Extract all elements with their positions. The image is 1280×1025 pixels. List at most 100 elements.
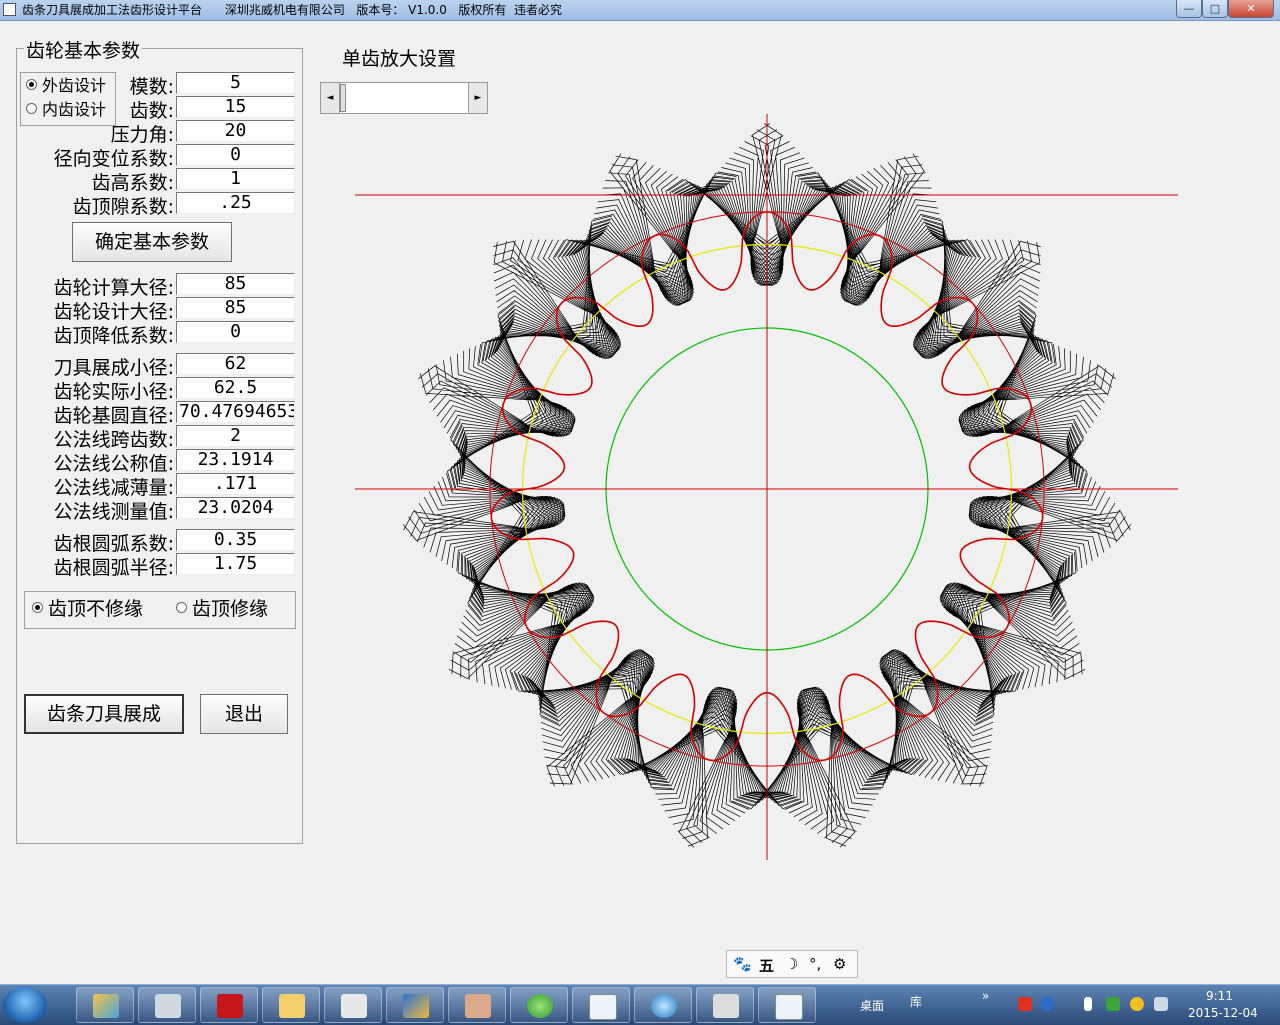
pressure-angle-input[interactable]: 20 (176, 120, 295, 142)
desktop-toolbar[interactable]: 桌面 (860, 997, 884, 1014)
radio-tip-no-mod[interactable]: 齿顶不修缘 (32, 599, 143, 619)
ime-toolbar: 🐾 五 ☽ °, ⚙ (726, 950, 858, 978)
update-icon[interactable] (1130, 997, 1144, 1011)
module-input[interactable]: 5 (176, 72, 295, 94)
tip-reduce-label: 齿顶降低系数: (53, 325, 174, 347)
taskbar-pdf[interactable] (200, 987, 258, 1023)
folder-icon (279, 994, 305, 1018)
fillet-coef-label: 齿根圆弧系数: (53, 533, 174, 555)
scroll-left-icon[interactable]: ◄ (321, 83, 340, 113)
radio-external-design[interactable]: 外齿设计 (26, 76, 106, 96)
teeth-label: 齿数: (129, 100, 174, 122)
help-icon[interactable] (1040, 997, 1054, 1011)
exit-button[interactable]: 退出 (200, 694, 288, 734)
paint-icon (93, 994, 119, 1018)
thin-input[interactable]: .171 (176, 473, 295, 495)
pdf-icon (217, 994, 243, 1018)
calc-od-input[interactable]: 85 (176, 273, 295, 295)
taskbar-app-ggg[interactable] (696, 987, 754, 1023)
calc-od-label: 齿轮计算大径: (53, 277, 174, 299)
thin-label: 公法线减薄量: (53, 477, 174, 499)
close-button[interactable]: ✕ (1228, 0, 1274, 18)
title-bar: 齿条刀具展成加工法齿形设计平台 深圳兆威机电有限公司 版本号： V1.0.0 版… (0, 0, 1280, 21)
module-label: 模数: (129, 76, 174, 98)
design-od-label: 齿轮设计大径: (53, 301, 174, 323)
span-teeth-input[interactable]: 2 (176, 425, 295, 447)
params-group-title: 齿轮基本参数 (24, 36, 143, 63)
radio-selected-icon (26, 79, 37, 90)
clock-time[interactable]: 9:11 (1206, 989, 1233, 1003)
generate-button[interactable]: 齿条刀具展成 (24, 694, 184, 734)
app32-icon (341, 994, 367, 1018)
clearance-coef-input[interactable]: .25 (176, 192, 295, 214)
punctuation-icon[interactable]: °, (809, 955, 821, 973)
tip-reduce-input[interactable]: 0 (176, 321, 295, 343)
taskbar-app-32[interactable] (324, 987, 382, 1023)
fillet-radius-label: 齿根圆弧半径: (53, 557, 174, 579)
show-hidden-icon[interactable] (1084, 997, 1092, 1011)
taskbar-photo[interactable] (448, 987, 506, 1023)
tray-app-icon[interactable] (1018, 997, 1032, 1011)
library-toolbar[interactable]: 库 (910, 993, 922, 1010)
window-icon (589, 994, 617, 1020)
radio-unselected-icon (176, 602, 187, 613)
tool-minor-input[interactable]: 62 (176, 353, 295, 375)
actual-minor-input[interactable]: 62.5 (176, 377, 295, 399)
measured-input[interactable]: 23.0204 (176, 497, 295, 519)
addendum-coef-input[interactable]: 1 (176, 168, 295, 190)
nominal-label: 公法线公称值: (53, 453, 174, 475)
radio-unselected-icon (26, 103, 37, 114)
taskbar-explorer[interactable] (262, 987, 320, 1023)
minimize-button[interactable]: — (1176, 0, 1202, 18)
shield-icon[interactable] (1106, 997, 1120, 1011)
taskbar-paint[interactable] (76, 987, 134, 1023)
radio-internal-design[interactable]: 内齿设计 (26, 100, 106, 120)
volume-icon[interactable] (1154, 997, 1168, 1011)
photo-icon (465, 994, 491, 1018)
ggg-icon (713, 994, 739, 1018)
moon-icon[interactable]: ☽ (785, 955, 798, 973)
app-icon[interactable] (3, 3, 16, 16)
gear-drawing (355, 114, 1178, 860)
calculator-icon (155, 994, 181, 1018)
taskbar-app-vb[interactable] (386, 987, 444, 1023)
window-icon (775, 994, 803, 1020)
design-od-input[interactable]: 85 (176, 297, 295, 319)
actual-minor-label: 齿轮实际小径: (53, 381, 174, 403)
toolbar-chevron[interactable]: » (982, 989, 989, 1003)
nominal-input[interactable]: 23.1914 (176, 449, 295, 471)
paw-icon[interactable]: 🐾 (733, 955, 752, 973)
browser-icon (527, 994, 553, 1018)
ime-mode-five[interactable]: 五 (759, 955, 774, 976)
radio-tip-mod[interactable]: 齿顶修缘 (176, 599, 268, 619)
zoom-label: 单齿放大设置 (342, 48, 457, 70)
tool-minor-label: 刀具展成小径: (53, 357, 174, 379)
taskbar-app-m[interactable] (634, 987, 692, 1023)
measured-label: 公法线测量值: (53, 501, 174, 523)
teeth-input[interactable]: 15 (176, 96, 295, 118)
taskbar-window[interactable] (572, 987, 630, 1023)
pressure-angle-label: 压力角: (110, 124, 174, 146)
taskbar-calculator[interactable] (138, 987, 196, 1023)
clearance-coef-label: 齿顶隙系数: (72, 196, 174, 218)
span-teeth-label: 公法线跨齿数: (53, 429, 174, 451)
fillet-radius-input[interactable]: 1.75 (176, 553, 295, 575)
base-dia-input[interactable]: 70.47694653 (176, 401, 295, 423)
taskbar: 桌面 库 » 9:11 2015-12-04 (0, 984, 1280, 1025)
clock-date[interactable]: 2015-12-04 (1188, 1006, 1258, 1020)
start-button[interactable] (3, 987, 47, 1023)
app-m-icon (651, 994, 677, 1018)
base-dia-label: 齿轮基圆直径: (53, 405, 174, 427)
maximize-button[interactable]: □ (1202, 0, 1228, 18)
taskbar-browser[interactable] (510, 987, 568, 1023)
vb-icon (403, 994, 429, 1018)
confirm-params-button[interactable]: 确定基本参数 (72, 222, 232, 262)
taskbar-window-2[interactable] (758, 987, 816, 1023)
addendum-coef-label: 齿高系数: (91, 172, 174, 194)
radio-selected-icon (32, 602, 43, 613)
shift-coef-label: 径向变位系数: (53, 148, 174, 170)
gear-icon[interactable]: ⚙ (833, 955, 846, 973)
shift-coef-input[interactable]: 0 (176, 144, 295, 166)
window-title: 齿条刀具展成加工法齿形设计平台 深圳兆威机电有限公司 版本号： V1.0.0 版… (22, 3, 562, 17)
fillet-coef-input[interactable]: 0.35 (176, 529, 295, 551)
